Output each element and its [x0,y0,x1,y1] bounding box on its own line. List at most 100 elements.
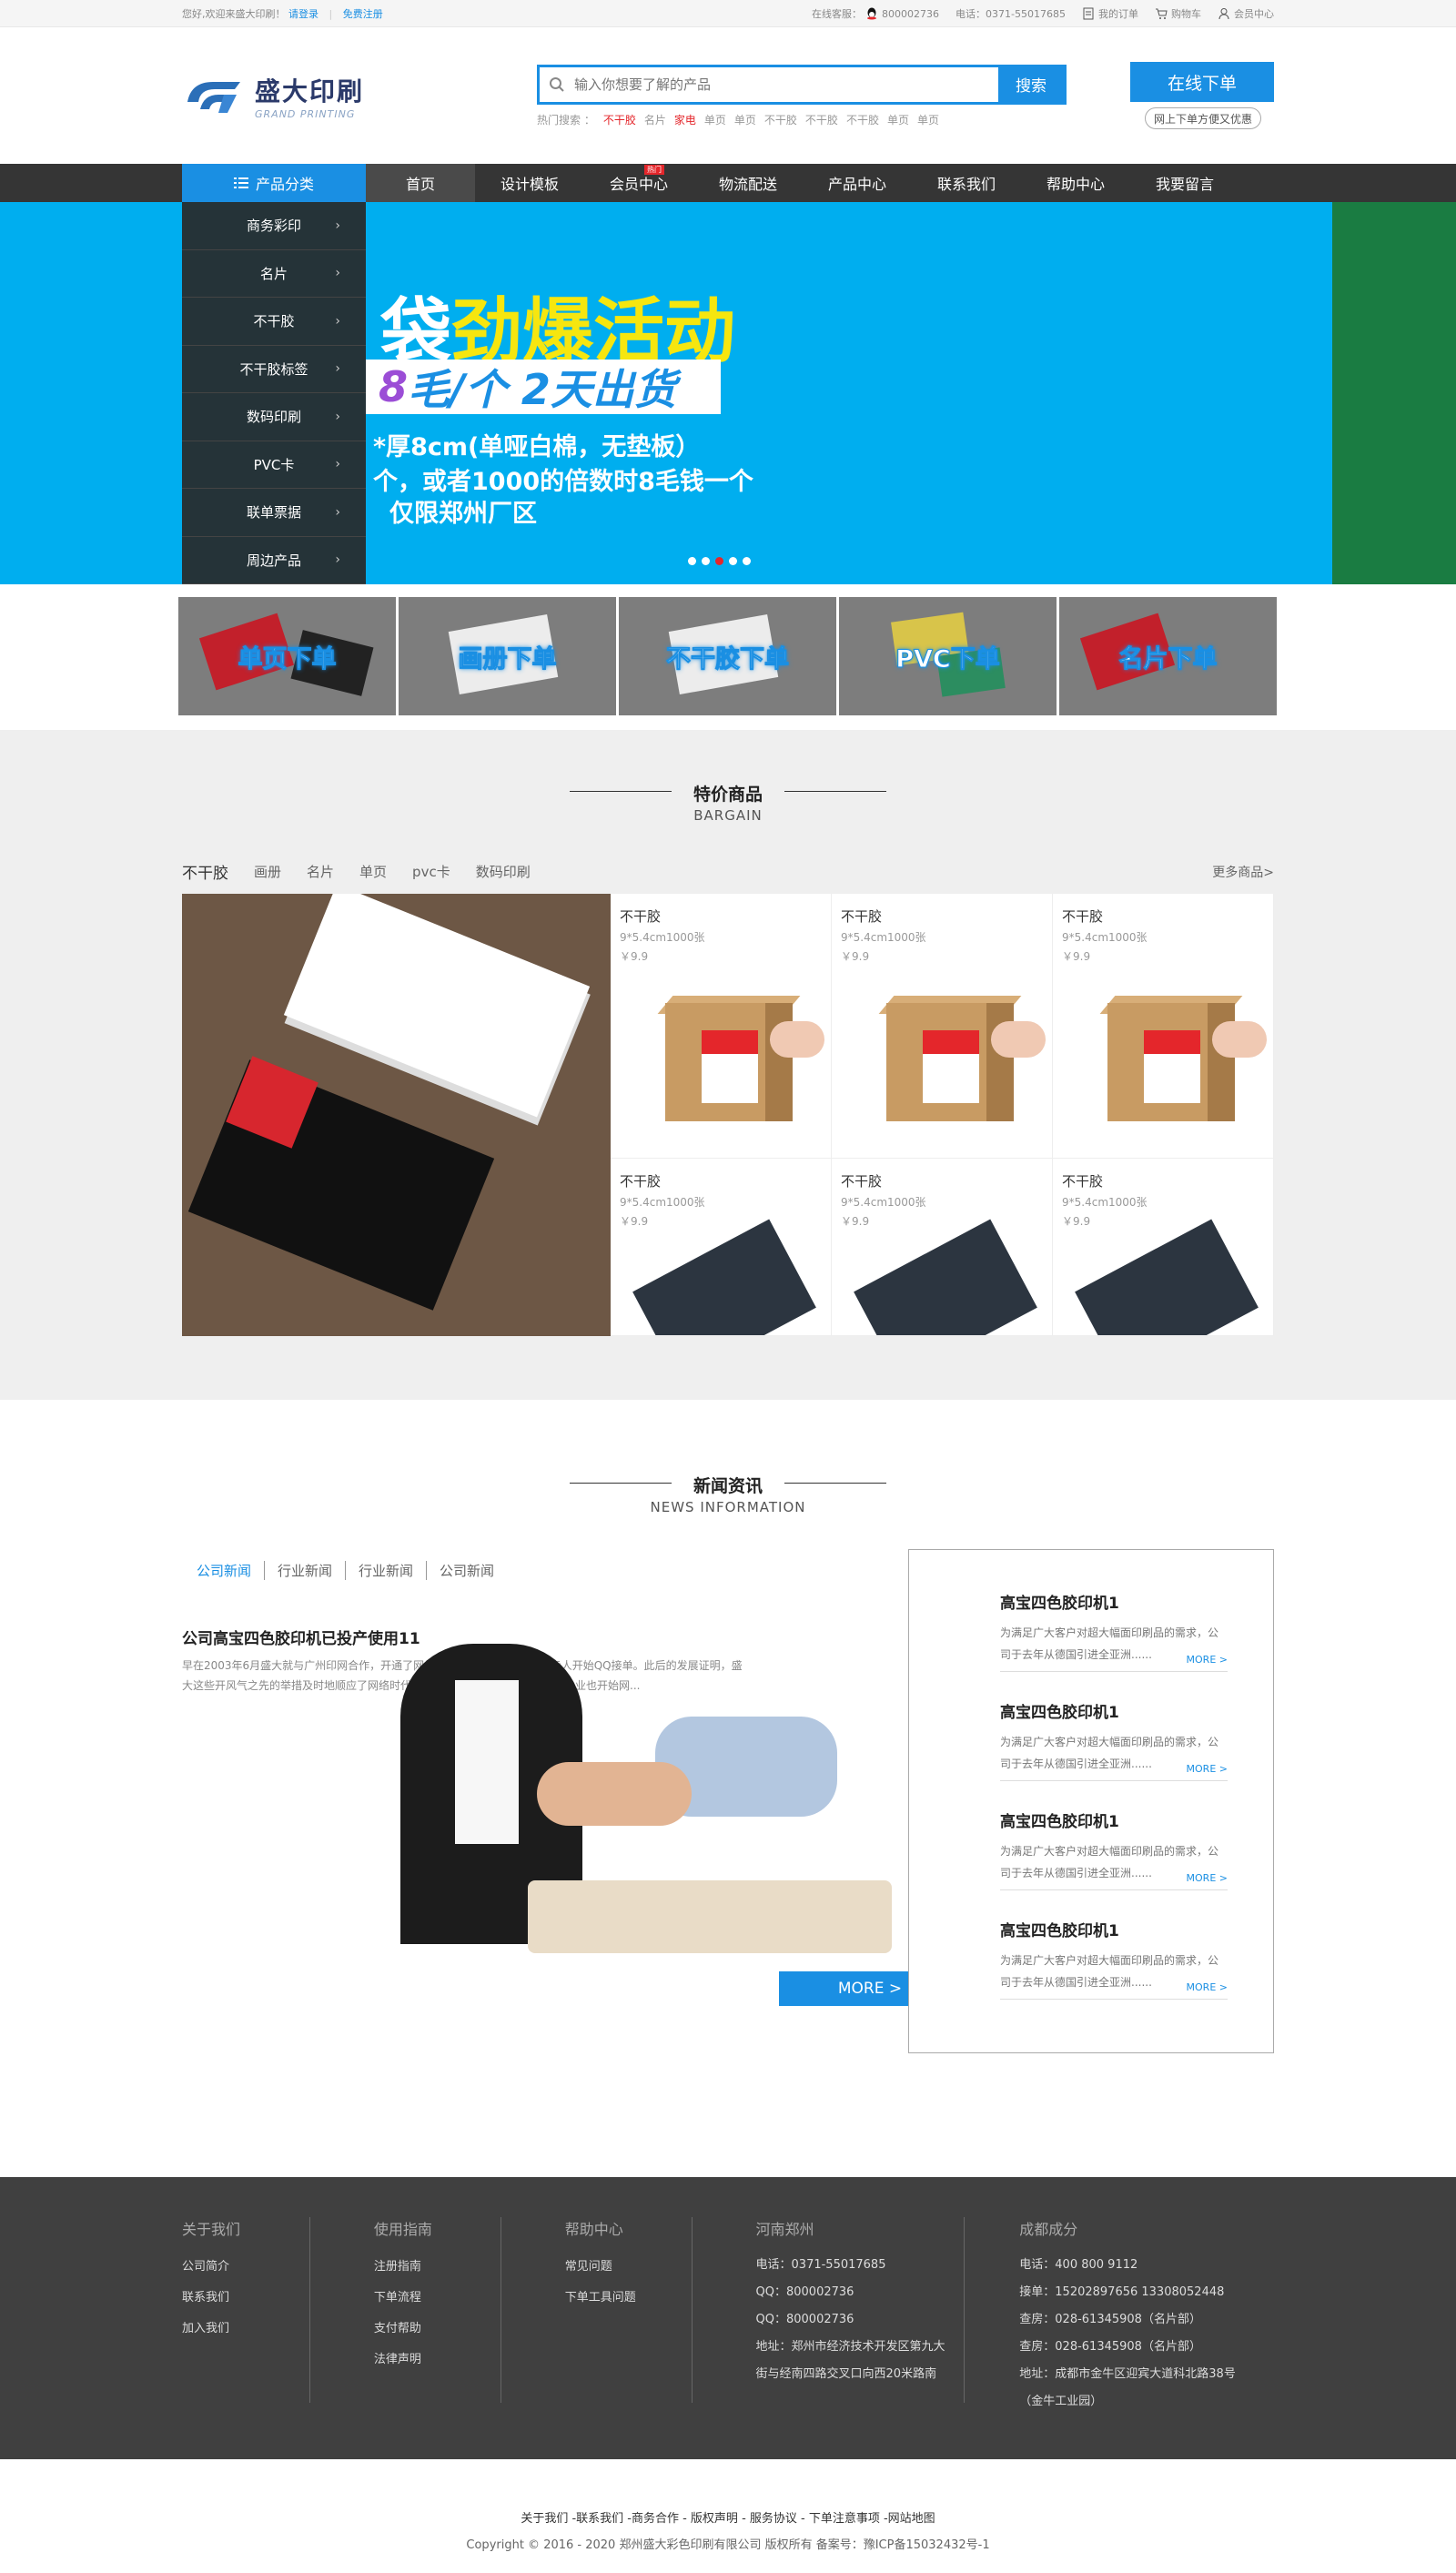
product-card[interactable]: 不干胶 9*5.4cm1000张 ￥9.9 [832,894,1053,1159]
more-products-link[interactable]: 更多商品> [1212,863,1274,881]
hero-banner[interactable]: 商务彩印 › 名片 › 不干胶 › 不干胶标签 › 数码印刷 › PVC卡 › 联单票据 › … [0,202,1456,584]
bargain-tab[interactable]: 名片 [307,862,334,881]
product-price: ￥9.9 [1062,1215,1091,1228]
carousel-dot[interactable] [729,557,737,565]
hot-search-item[interactable]: 单页 [917,112,939,127]
category-item[interactable]: 周边产品 › [182,537,366,584]
search-input[interactable] [574,66,998,102]
hot-search-item[interactable]: 不干胶 [603,112,636,127]
footer-link[interactable]: 支付帮助 [374,2314,500,2345]
bargain-tab[interactable]: pvc卡 [412,862,450,881]
bargain-tab[interactable]: 单页 [359,862,387,881]
news-item-more-link[interactable]: MORE > [1187,1654,1228,1666]
nav-home[interactable]: 首页 [366,164,475,202]
carousel-dot[interactable] [702,557,710,565]
news-item-title[interactable]: 高宝四色胶印机1 [1000,1918,1228,1940]
hot-search-item[interactable]: 不干胶 [846,112,879,127]
hot-search-item[interactable]: 单页 [887,112,909,127]
featured-product-image[interactable] [182,894,611,1336]
footer-link[interactable]: 注册指南 [374,2252,500,2283]
tile-flyer-order[interactable]: 单页下单 [178,597,396,715]
nav-products[interactable]: 产品中心 [803,164,912,202]
register-link[interactable]: 免费注册 [343,8,383,20]
footer-contact-line: 接单：15202897656 13308052448 [1019,2285,1225,2299]
nav-help[interactable]: 帮助中心 [1021,164,1130,202]
hand-image [991,1021,1046,1058]
category-item[interactable]: 名片 › [182,250,366,298]
footer-link[interactable]: 法律声明 [374,2345,500,2375]
news-item-title[interactable]: 高宝四色胶印机1 [1000,1808,1228,1831]
carousel-dot-active[interactable] [715,557,723,565]
tile-card-order[interactable]: 名片下单 [1059,597,1277,715]
my-order-link[interactable]: 我的订单 [1082,6,1138,21]
hand-image [1212,1021,1267,1058]
news-item-more-link[interactable]: MORE > [1187,1763,1228,1775]
online-order-button[interactable]: 在线下单 [1130,62,1274,102]
footer-link[interactable]: 下单流程 [374,2283,500,2314]
tile-pvc-order[interactable]: PVC下单 [839,597,1057,715]
nav-contact[interactable]: 联系我们 [912,164,1021,202]
hot-search-item[interactable]: 名片 [644,112,666,127]
footer-link[interactable]: 常见问题 [565,2252,692,2283]
tile-sticker-order[interactable]: 不干胶下单 [619,597,836,715]
nav-message[interactable]: 我要留言 [1130,164,1239,202]
nav-logistics[interactable]: 物流配送 [693,164,803,202]
bargain-tab[interactable]: 画册 [254,862,281,881]
news-tab[interactable]: 行业新闻 [278,1561,347,1580]
hot-search-item[interactable]: 不干胶 [764,112,797,127]
category-item[interactable]: 数码印刷 › [182,393,366,441]
bargain-tab[interactable]: 数码印刷 [476,862,531,881]
tile-brochure-order[interactable]: 画册下单 [399,597,616,715]
category-item[interactable]: 联单票据 › [182,489,366,537]
hot-search-item[interactable]: 家电 [674,112,696,127]
nav-member[interactable]: 会员中心 热门 [584,164,693,202]
category-toggle[interactable]: 产品分类 [182,164,366,202]
category-item[interactable]: 商务彩印 › [182,202,366,250]
product-card[interactable]: 不干胶 9*5.4cm1000张 ￥9.9 [611,1159,832,1336]
product-spec: 9*5.4cm1000张 [841,1196,926,1209]
main-nav: 产品分类 首页 设计模板 会员中心 热门 物流配送 产品中心 联系我们 帮助中心 … [0,164,1456,202]
product-card[interactable]: 不干胶 9*5.4cm1000张 ￥9.9 [1053,1159,1274,1336]
carousel-dot[interactable] [743,557,751,565]
top-bar: 您好,欢迎来盛大印刷！ 请登录 | 免费注册 在线客服： 800002736 电… [0,0,1456,27]
news-tab[interactable]: 行业新闻 [359,1561,428,1580]
product-card[interactable]: 不干胶 9*5.4cm1000张 ￥9.9 [1053,894,1274,1159]
bottom-links[interactable]: 关于我们 -联系我们 -商务合作 - 版权声明 - 服务协议 - 下单注意事项 … [0,2508,1456,2526]
category-item[interactable]: 不干胶标签 › [182,346,366,393]
login-link[interactable]: 请登录 [288,8,318,20]
footer-link[interactable]: 加入我们 [182,2314,309,2345]
section-title-en: BARGAIN [693,807,763,824]
member-link[interactable]: 会员中心 [1218,6,1274,21]
site-logo[interactable]: 盛大印刷 GRAND PRINTING [182,72,537,120]
news-item-more-link[interactable]: MORE > [1187,1981,1228,1993]
footer-link[interactable]: 联系我们 [182,2283,309,2314]
carousel-dot[interactable] [688,557,696,565]
footer-contact-line: 街与经南四路交叉口向西20米路南 [755,2367,937,2381]
product-card[interactable]: 不干胶 9*5.4cm1000张 ￥9.9 [832,1159,1053,1336]
news-item-title[interactable]: 高宝四色胶印机1 [1000,1699,1228,1722]
hot-search-item[interactable]: 不干胶 [805,112,838,127]
search-button[interactable]: 搜索 [998,66,1064,102]
news-tab[interactable]: 公司新闻 [197,1561,266,1580]
nav-templates[interactable]: 设计模板 [475,164,584,202]
footer-contact-line: （金牛工业园） [1019,2395,1103,2408]
news-item-more-link[interactable]: MORE > [1187,1872,1228,1884]
footer-link[interactable]: 公司简介 [182,2252,309,2283]
bargain-tab[interactable]: 不干胶 [182,860,228,883]
footer-col-zhengzhou: 河南郑州 电话：0371-55017685 QQ：800002736 QQ：80… [693,2217,966,2403]
product-card[interactable]: 不干胶 9*5.4cm1000张 ￥9.9 [611,894,832,1159]
footer-link[interactable]: 下单工具问题 [565,2283,692,2314]
online-service[interactable]: 在线客服： 800002736 [812,6,939,21]
category-item[interactable]: 不干胶 › [182,298,366,346]
footer-contact-line: QQ：800002736 [755,2313,854,2326]
hot-search-item[interactable]: 单页 [704,112,726,127]
category-item[interactable]: PVC卡 › [182,441,366,489]
news-tab[interactable]: 公司新闻 [440,1561,507,1580]
news-item-title[interactable]: 高宝四色胶印机1 [1000,1590,1228,1613]
cart-link[interactable]: 购物车 [1155,6,1201,21]
hot-search: 热门搜索 ： 不干胶 名片 家电 单页 单页 不干胶 不干胶 不干胶 单页 单页 [537,112,1067,127]
footer-col-title: 关于我们 [182,2221,241,2238]
featured-news-title[interactable]: 公司高宝四色胶印机已投产使用11 [182,1626,959,1648]
my-order-label: 我的订单 [1098,8,1138,20]
hot-search-item[interactable]: 单页 [734,112,756,127]
